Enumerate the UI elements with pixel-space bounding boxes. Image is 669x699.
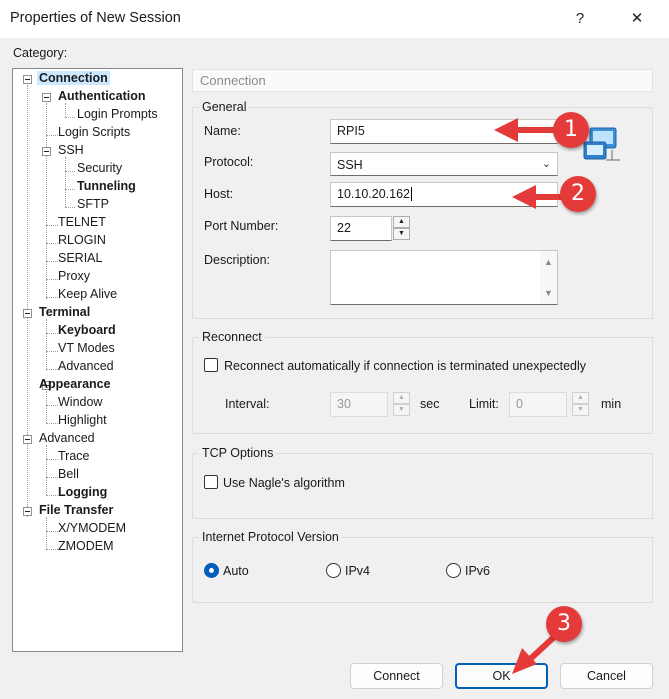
protocol-label: Protocol: <box>204 155 254 169</box>
tree-item-trace[interactable]: Trace <box>58 449 90 463</box>
category-label: Category: <box>13 46 68 60</box>
auto-radio[interactable] <box>204 563 219 578</box>
reconnect-checkbox[interactable] <box>204 358 218 372</box>
tree-item-window[interactable]: Window <box>58 395 102 409</box>
interval-label: Interval: <box>225 397 270 411</box>
description-scrollbar[interactable]: ▲ ▼ <box>540 251 557 304</box>
ipv6-radio[interactable] <box>446 563 461 578</box>
tree-item-security[interactable]: Security <box>77 161 122 175</box>
title-bar: Properties of New Session ? ✕ <box>0 0 669 38</box>
chevron-down-icon: ⌄ <box>541 158 551 170</box>
host-label: Host: <box>204 187 234 201</box>
ip-version-legend: Internet Protocol Version <box>202 530 339 544</box>
reconnect-group: Reconnect <box>192 330 653 434</box>
limit-field[interactable]: 0 <box>509 392 567 417</box>
interval-spinner[interactable]: ▲ ▼ <box>393 392 410 417</box>
tree-item-advanced[interactable]: Advanced <box>39 431 95 445</box>
callout-badge-2: 2 <box>560 176 596 212</box>
tree-item-ssh[interactable]: SSH <box>58 143 84 157</box>
tree-item-rlogin[interactable]: RLOGIN <box>58 233 106 247</box>
port-spinner[interactable]: ▲ ▼ <box>393 216 410 241</box>
tree-item-appearance[interactable]: Appearance <box>39 377 111 391</box>
tree-item-xymodem[interactable]: X/YMODEM <box>58 521 126 535</box>
limit-label: Limit: <box>469 397 499 411</box>
tree-item-logging[interactable]: Logging <box>58 485 107 499</box>
ok-button[interactable]: OK <box>455 663 548 689</box>
spin-down-icon[interactable]: ▼ <box>393 228 410 240</box>
interval-unit: sec <box>420 397 440 411</box>
scroll-down-icon[interactable]: ▼ <box>544 288 553 298</box>
category-tree[interactable]: Connection Authentication Login Prompts … <box>12 68 183 652</box>
limit-spinner[interactable]: ▲ ▼ <box>572 392 589 417</box>
tree-item-keep-alive[interactable]: Keep Alive <box>58 287 117 301</box>
spin-up-icon[interactable]: ▲ <box>572 392 589 404</box>
description-label: Description: <box>204 253 270 267</box>
tree-item-bell[interactable]: Bell <box>58 467 79 481</box>
advanced-collapse-icon[interactable] <box>23 435 32 444</box>
spin-up-icon[interactable]: ▲ <box>393 216 410 228</box>
connection-collapse-icon[interactable] <box>23 75 32 84</box>
ip-version-group: Internet Protocol Version <box>192 530 653 603</box>
tree-item-serial[interactable]: SERIAL <box>58 251 102 265</box>
tree-item-login-prompts[interactable]: Login Prompts <box>77 107 158 121</box>
limit-unit: min <box>601 397 622 411</box>
tree-item-zmodem[interactable]: ZMODEM <box>58 539 114 553</box>
help-button[interactable]: ? <box>560 4 600 34</box>
tree-item-tunneling[interactable]: Tunneling <box>77 179 136 193</box>
nagle-checkbox[interactable] <box>204 475 218 489</box>
tree-item-telnet[interactable]: TELNET <box>58 215 106 229</box>
ssh-collapse-icon[interactable] <box>42 147 51 156</box>
name-field[interactable]: RPI5 <box>330 119 558 144</box>
spin-up-icon[interactable]: ▲ <box>393 392 410 404</box>
spin-down-icon[interactable]: ▼ <box>393 404 410 416</box>
tree-item-vt-modes[interactable]: VT Modes <box>58 341 115 355</box>
scroll-up-icon[interactable]: ▲ <box>544 257 553 267</box>
ipv4-label: IPv4 <box>345 564 371 578</box>
authentication-collapse-icon[interactable] <box>42 93 51 102</box>
host-field[interactable]: 10.10.20.162 <box>330 182 558 207</box>
connect-button[interactable]: Connect <box>350 663 443 689</box>
tree-item-terminal[interactable]: Terminal <box>39 305 90 319</box>
name-label: Name: <box>204 124 241 138</box>
tcp-legend: TCP Options <box>202 446 274 460</box>
text-cursor <box>411 187 412 201</box>
nagle-label: Use Nagle's algorithm <box>223 476 345 490</box>
tree-item-highlight[interactable]: Highlight <box>58 413 107 427</box>
auto-label: Auto <box>223 564 249 578</box>
panel-header: Connection <box>192 69 653 92</box>
tree-item-proxy[interactable]: Proxy <box>58 269 90 283</box>
protocol-select[interactable]: SSH ⌄ <box>330 152 558 176</box>
protocol-value: SSH <box>337 158 363 172</box>
callout-badge-3: 3 <box>546 606 582 642</box>
tree-item-login-scripts[interactable]: Login Scripts <box>58 125 130 139</box>
terminal-collapse-icon[interactable] <box>23 309 32 318</box>
tree-item-terminal-advanced[interactable]: Advanced <box>58 359 114 373</box>
cancel-button[interactable]: Cancel <box>560 663 653 689</box>
port-field[interactable]: 22 <box>330 216 392 241</box>
tree-item-connection[interactable]: Connection <box>37 71 110 85</box>
ipv4-radio[interactable] <box>326 563 341 578</box>
description-field[interactable]: ▲ ▼ <box>330 250 558 305</box>
reconnect-checkbox-label: Reconnect automatically if connection is… <box>224 359 587 373</box>
tree-item-file-transfer[interactable]: File Transfer <box>39 503 113 517</box>
interval-field[interactable]: 30 <box>330 392 388 417</box>
port-label: Port Number: <box>204 219 279 233</box>
tree-item-sftp[interactable]: SFTP <box>77 197 109 211</box>
host-value: 10.10.20.162 <box>337 187 410 201</box>
ipv6-label: IPv6 <box>465 564 491 578</box>
spin-down-icon[interactable]: ▼ <box>572 404 589 416</box>
reconnect-legend: Reconnect <box>202 330 262 344</box>
general-legend: General <box>202 100 247 114</box>
window-title: Properties of New Session <box>10 10 181 26</box>
callout-badge-1: 1 <box>553 112 589 148</box>
tree-item-authentication[interactable]: Authentication <box>58 89 146 103</box>
close-button[interactable]: ✕ <box>617 4 657 34</box>
file-transfer-collapse-icon[interactable] <box>23 507 32 516</box>
tree-item-keyboard[interactable]: Keyboard <box>58 323 116 337</box>
